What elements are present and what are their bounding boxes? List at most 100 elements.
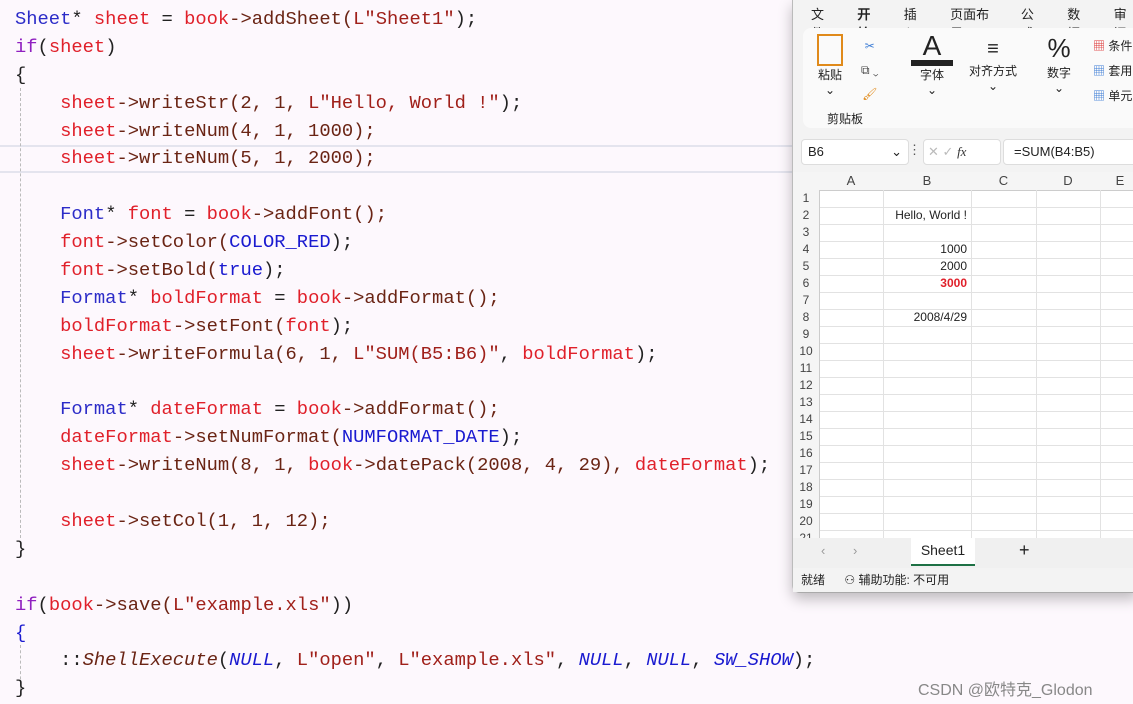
row-header[interactable]: 18 [793,479,820,496]
row-header[interactable]: 12 [793,377,820,394]
column-header[interactable]: E [1100,172,1133,191]
fx-icon[interactable]: fx [957,144,966,159]
code-line: sheet->writeNum(8, 1, book->datePack(200… [15,452,815,480]
code-token: NULL [646,649,692,672]
code-token: )) [330,593,354,616]
code-line: Format* boldFormat = book->addFormat(); [15,285,815,313]
alignment-label: 对齐方式 [968,64,1017,78]
code-token: * [71,8,94,30]
prev-sheet-icon[interactable]: ‹ [821,543,825,558]
name-box[interactable]: B6 ⌄ [801,139,909,165]
paste-button[interactable]: 粘贴 ⌄ [817,34,843,97]
row-header[interactable]: 9 [793,326,820,343]
cell-b8[interactable]: 2008/4/29 [883,309,967,326]
row-header[interactable]: 13 [793,394,820,411]
code-line: sheet->writeFormula(6, 1, L"SUM(B5:B6)",… [15,341,815,369]
next-sheet-icon[interactable]: › [853,543,857,558]
code-token: sheet [60,147,117,170]
code-token: * [127,398,151,421]
cell-b5[interactable]: 2000 [883,258,967,275]
spreadsheet-grid[interactable]: A B C D E 1 2 3 4 5 6 7 8 9 10 11 12 13 14 15 16 17 18 19 20 21 He… [793,172,1133,538]
row-header[interactable]: 10 [793,343,820,360]
cell-style-icon: ▦ [1093,89,1106,103]
row-header[interactable]: 11 [793,360,820,377]
row-header[interactable]: 8 [793,309,820,326]
grid-row: 20 [793,513,1133,531]
column-header[interactable]: B [883,172,972,191]
cell-styles-button[interactable]: ▦ 单元 [1093,84,1132,109]
cell-b2[interactable]: Hello, World ! [883,207,967,224]
conditional-format-button[interactable]: ▦ 条件 [1093,34,1132,59]
watermark: CSDN @欧特克_Glodon [918,682,1093,699]
code-token: Sheet [15,8,72,30]
row-header[interactable]: 1 [793,190,820,207]
code-token: L"example.xls" [172,593,331,616]
grid-row: 19 [793,496,1133,514]
code-token: { [15,63,27,86]
accessibility-icon: ⚇ [844,573,856,587]
font-button[interactable]: A 字体 ⌄ [911,32,953,97]
row-header[interactable]: 5 [793,258,820,275]
select-all[interactable] [793,172,820,191]
row-header[interactable]: 16 [793,445,820,462]
column-header[interactable]: C [971,172,1037,191]
row-header[interactable]: 20 [793,513,820,530]
code-token: Format [60,398,128,421]
column-header[interactable]: A [819,172,884,191]
cell-b6[interactable]: 3000 [883,275,967,292]
accessibility-status[interactable]: 辅助功能: 不可用 [858,573,949,587]
code-token: sheet [60,510,117,533]
code-token: , [691,649,714,672]
row-header[interactable]: 21 [793,530,820,538]
alignment-button[interactable]: ≡ 对齐方式 ⌄ [963,36,1023,93]
row-header[interactable]: 15 [793,428,820,445]
row-header[interactable]: 3 [793,224,820,241]
code-token: ); [499,91,523,114]
code-token: Format [60,286,128,309]
cut-icon[interactable]: ✂ [861,34,879,58]
code-token: ->datePack(2008, 4, 29), [353,454,635,477]
formula-input[interactable]: =SUM(B4:B5) [1003,139,1133,165]
row-header[interactable]: 14 [793,411,820,428]
grid-row: 10 [793,343,1133,361]
row-header[interactable]: 2 [793,207,820,224]
code-token: sheet [60,342,117,365]
copy-icon[interactable]: ⧉ ⌄ [861,58,879,82]
code-token: sheet [93,8,151,30]
cell-b4[interactable]: 1000 [883,241,967,258]
code-editor[interactable]: Sheet* sheet = book->addSheet(L"Sheet1")… [15,6,815,703]
column-header[interactable]: D [1036,172,1101,191]
code-token: boldFormat [150,286,263,309]
code-token: { [15,621,27,644]
code-token: if [15,593,38,616]
code-token: ->setNumFormat( [172,426,342,449]
sheet-tab-sheet1[interactable]: Sheet1 [911,538,975,566]
enter-icon[interactable]: ✓ [943,144,954,159]
code-token: book [184,8,230,30]
code-token: ( [217,649,230,672]
number-button[interactable]: % 数字 ⌄ [1039,32,1079,95]
row-header[interactable]: 7 [793,292,820,309]
row-header[interactable]: 17 [793,462,820,479]
excel-window: 文件 开始 插入 页面布局 公式 数据 审阅 粘贴⌄ ✂⧉ ⌄🖌 剪贴板 A字体… [792,0,1133,593]
clipboard-group-label: 剪贴板 [827,112,864,126]
row-header[interactable]: 4 [793,241,820,258]
format-as-table-button[interactable]: ▦ 套用 [1093,59,1132,84]
grid-row: 12 [793,377,1133,395]
clipboard-tools[interactable]: ✂ ⧉ ⌄ 🖌 [861,34,879,106]
add-sheet-button[interactable]: + [1019,540,1030,561]
code-line: sheet->setCol(1, 1, 12); [15,508,815,536]
code-token: book [308,454,354,477]
row-header[interactable]: 6 [793,275,820,292]
code-token: COLOR_RED [229,231,331,254]
code-token: = [262,398,297,421]
cancel-icon[interactable]: ✕ [928,144,939,159]
font-icon: A [922,30,942,61]
code-token: ( [37,35,49,58]
row-header[interactable]: 19 [793,496,820,513]
format-painter-icon[interactable]: 🖌 [861,82,879,106]
table-icon: ▦ [1093,64,1106,78]
